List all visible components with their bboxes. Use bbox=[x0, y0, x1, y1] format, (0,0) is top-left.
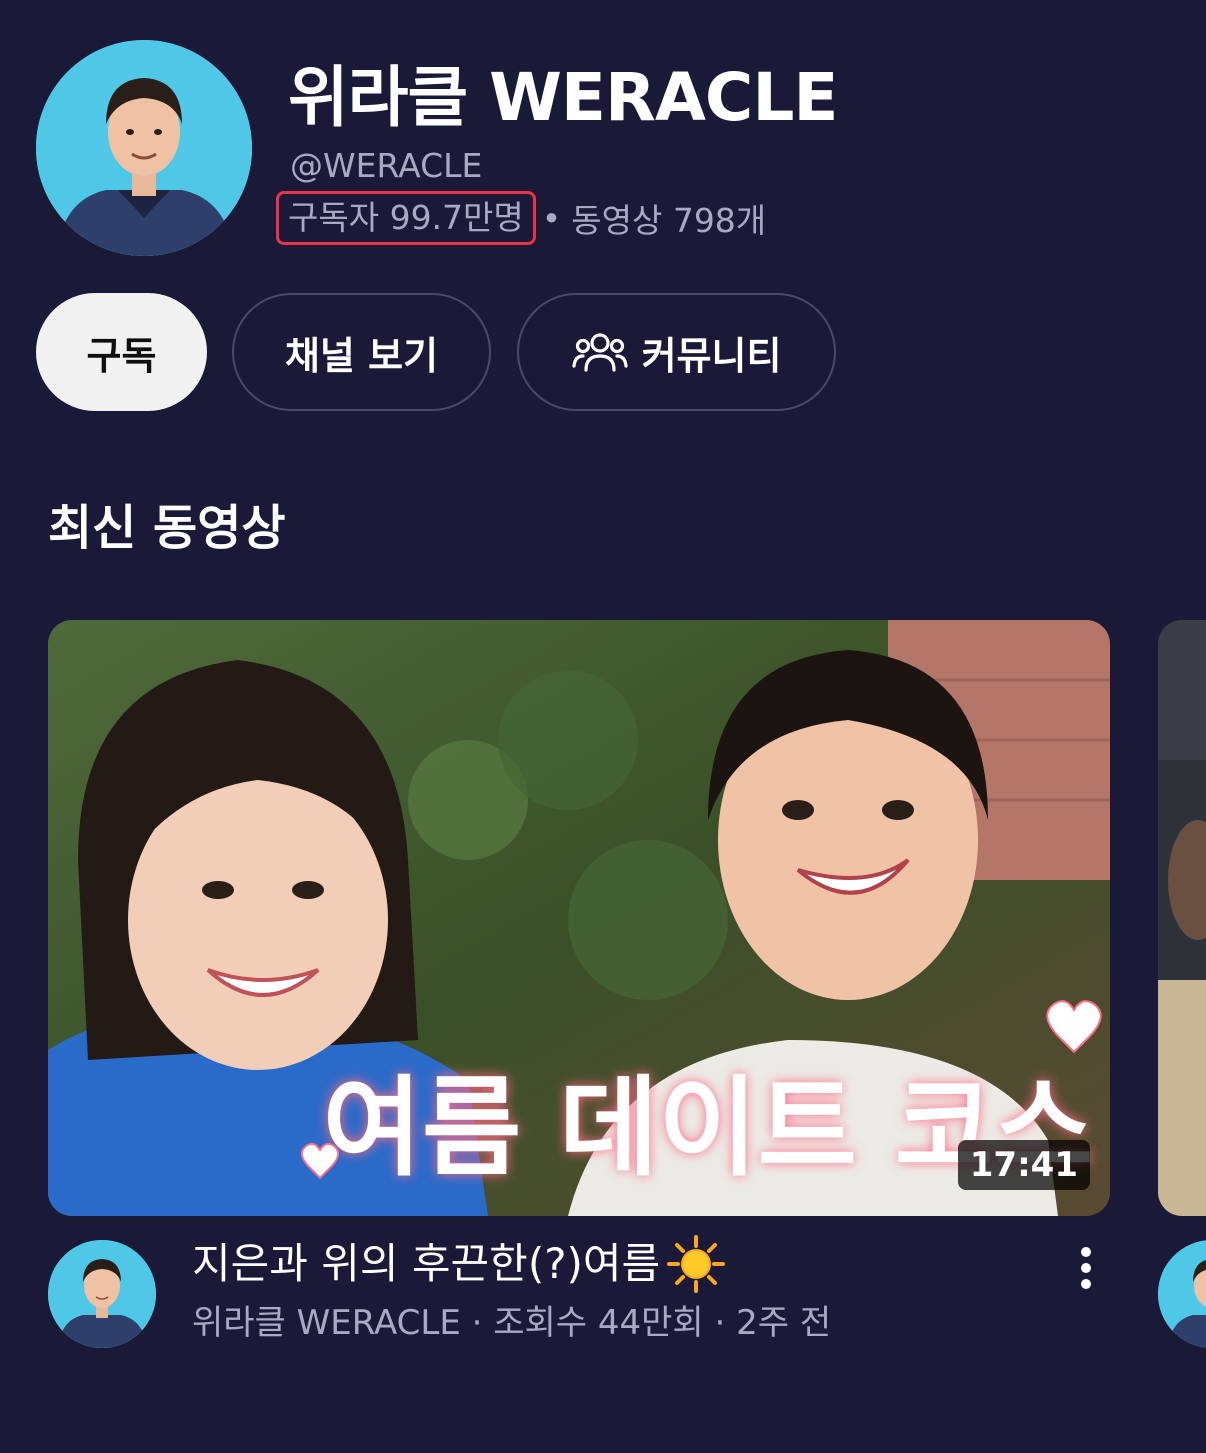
view-channel-label: 채널 보기 bbox=[284, 333, 439, 378]
community-button[interactable]: 커뮤니티 bbox=[517, 293, 836, 411]
community-label: 커뮤니티 bbox=[641, 333, 782, 378]
channel-name: 위라클 WERACLE bbox=[288, 59, 838, 136]
video-title-text: 지은과 위의 후끈한(?)여름 bbox=[192, 1239, 661, 1288]
video-thumbnail[interactable]: 여름 데이트 코스 여름 데이트 코스 17:41 bbox=[48, 620, 1110, 1216]
next-avatar-portrait bbox=[1158, 1240, 1206, 1348]
stats-separator: • bbox=[541, 198, 562, 238]
subscribe-label: 구독 bbox=[86, 333, 157, 378]
more-options-button[interactable] bbox=[1062, 1240, 1110, 1296]
subscribe-button[interactable]: 구독 bbox=[36, 293, 207, 411]
video-meta: 위라클 WERACLE · 조회수 44만회 · 2주 전 bbox=[192, 1303, 832, 1343]
next-thumbnail-image bbox=[1158, 620, 1206, 1216]
duration-badge: 17:41 bbox=[957, 1140, 1090, 1190]
avatar-portrait bbox=[36, 40, 252, 256]
section-title: 최신 동영상 bbox=[48, 500, 286, 556]
sun-icon bbox=[667, 1235, 726, 1293]
next-video-thumbnail[interactable] bbox=[1158, 620, 1206, 1216]
next-video-channel-avatar[interactable] bbox=[1158, 1240, 1206, 1348]
video-channel-avatar[interactable] bbox=[48, 1240, 156, 1348]
more-vert-icon bbox=[1081, 1247, 1091, 1289]
video-avatar-portrait bbox=[48, 1240, 156, 1348]
video-title[interactable]: 지은과 위의 후끈한(?)여름 bbox=[192, 1234, 726, 1294]
video-count: 동영상 798개 bbox=[571, 201, 767, 240]
thumbnail-image: 여름 데이트 코스 여름 데이트 코스 bbox=[48, 620, 1110, 1216]
channel-stats: 구독자 99.7만명 • 동영상 798개 bbox=[276, 190, 766, 246]
channel-handle: @WERACLE bbox=[290, 146, 483, 185]
channel-page: 위라클 WERACLE @WERACLE 구독자 99.7만명 • 동영상 79… bbox=[0, 0, 1206, 1453]
channel-avatar[interactable] bbox=[36, 40, 252, 256]
view-channel-button[interactable]: 채널 보기 bbox=[232, 293, 491, 411]
subscriber-count: 구독자 99.7만명 bbox=[276, 191, 536, 245]
people-icon bbox=[571, 333, 628, 372]
